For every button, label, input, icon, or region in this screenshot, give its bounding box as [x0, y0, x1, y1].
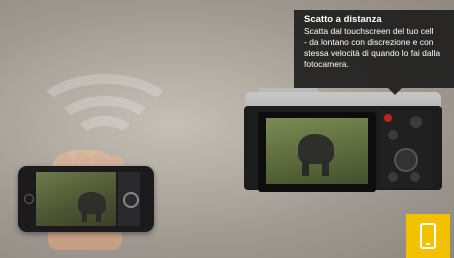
tooltip-body: Scatta dal touchscreen del tuo cell - da…: [304, 26, 441, 69]
camera-button: [410, 116, 422, 128]
camera-button: [388, 130, 398, 140]
tooltip-title: Scatto a distanza: [304, 14, 382, 25]
phone-camera-controls: [118, 172, 140, 226]
camera-screen-preview: [266, 118, 368, 184]
smartphone-icon: [420, 223, 436, 249]
feature-tooltip: Scatto a distanza Scatta dal touchscreen…: [294, 10, 454, 95]
smartphone-feature-button[interactable]: [406, 214, 450, 258]
control-dial: [394, 148, 418, 172]
shutter-icon: [123, 192, 139, 208]
phone-home-button: [24, 194, 34, 204]
phone-screen-preview: [36, 172, 116, 226]
camera-button: [410, 172, 420, 182]
record-button: [384, 114, 392, 122]
product-scene: Scatto a distanza Scatta dal touchscreen…: [0, 0, 454, 258]
camera-button: [388, 172, 398, 182]
smartphone-image: [18, 166, 154, 232]
